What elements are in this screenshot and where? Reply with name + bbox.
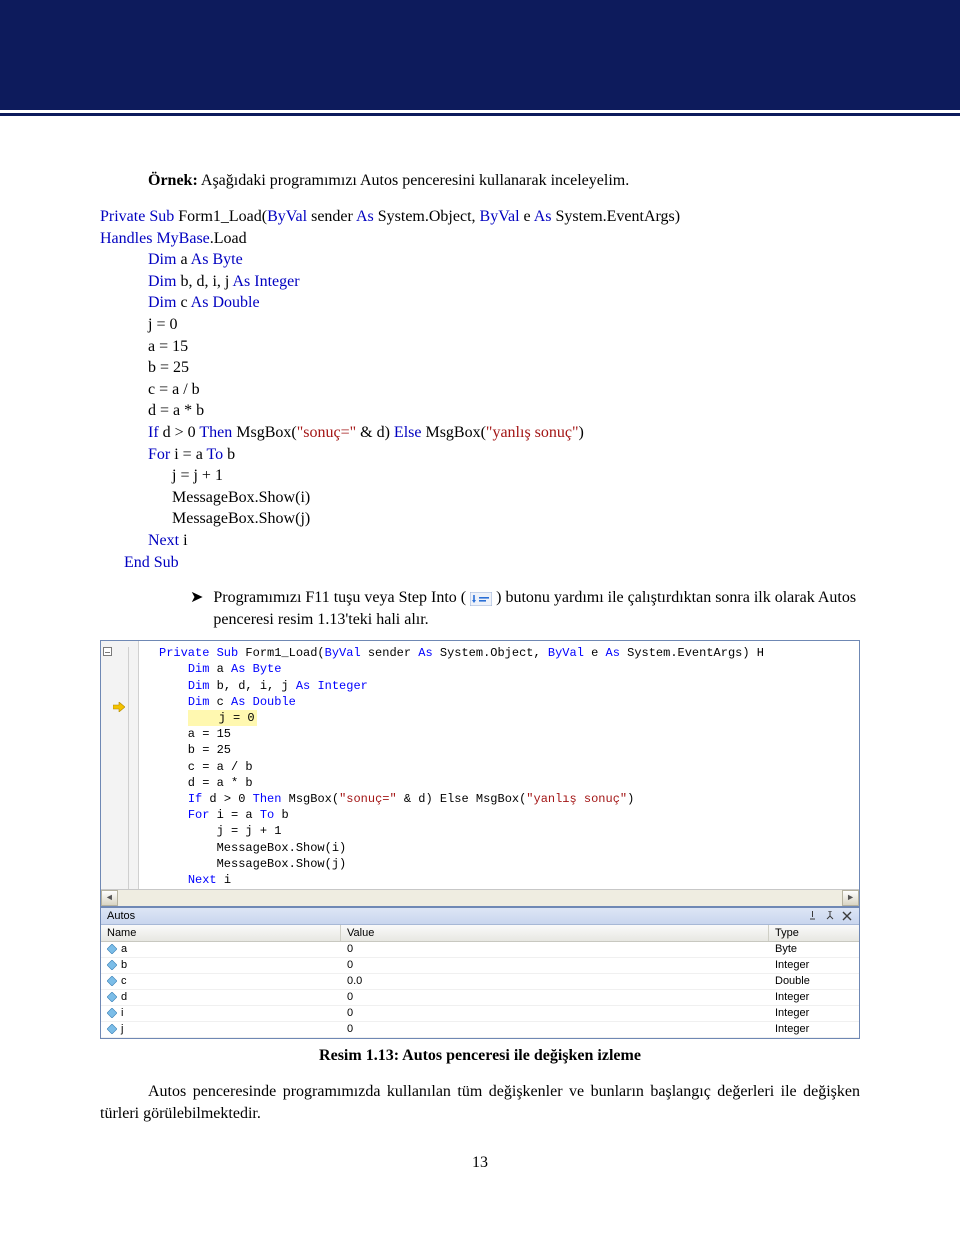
autos-row[interactable]: b0Integer [101,958,859,974]
autos-cell-name: j [101,1022,341,1037]
current-line-arrow-icon [113,701,125,711]
autos-row[interactable]: a0Byte [101,942,859,958]
step-into-icon [470,591,492,605]
autos-cell-type: Integer [769,958,859,973]
scroll-left-button[interactable]: ◄ [101,890,118,906]
autos-cell-value: 0.0 [341,974,769,989]
autos-cell-type: Integer [769,1022,859,1037]
autos-cell-name: c [101,974,341,989]
editor-code-area[interactable]: Private Sub Form1_Load(ByVal sender As S… [101,641,859,889]
horizontal-scrollbar[interactable]: ◄ ► [101,889,859,906]
autos-title: Autos [107,910,135,922]
autos-row[interactable]: c0.0Double [101,974,859,990]
field-icon [107,944,117,954]
autos-cell-value: 0 [341,990,769,1005]
autos-header-value[interactable]: Value [341,925,769,941]
pin-icon[interactable] [823,910,836,922]
example-text: Aşağıdaki programımızı Autos penceresini… [198,172,629,189]
highlighted-line: j = 0 [188,710,257,726]
autos-panel: Autos Name Value Type a0Byteb0Integerc0.… [100,907,860,1039]
field-icon [107,1024,117,1034]
autos-cell-value: 0 [341,1006,769,1021]
field-icon [107,992,117,1002]
field-icon [107,1008,117,1018]
field-icon [107,960,117,970]
bullet-step-into: ➤ Programımızı F11 tuşu veya Step Into (… [100,587,860,630]
example-label: Örnek: [148,172,198,189]
code-listing: Private Sub Form1_Load(ByVal sender As S… [100,206,860,573]
autos-row[interactable]: j0Integer [101,1022,859,1038]
caption-paragraph: Autos penceresinde programımızda kullanı… [100,1081,860,1124]
autos-cell-value: 0 [341,958,769,973]
field-icon [107,976,117,986]
scroll-track[interactable] [118,890,842,906]
autos-cell-name: a [101,942,341,957]
autos-rows: a0Byteb0Integerc0.0Doubled0Integeri0Inte… [101,942,859,1038]
code-editor-screenshot: Private Sub Form1_Load(ByVal sender As S… [100,640,860,907]
autos-cell-name: i [101,1006,341,1021]
autos-cell-type: Integer [769,1006,859,1021]
bullet-marker: ➤ [190,587,203,609]
autos-cell-value: 0 [341,1022,769,1037]
window-position-icon[interactable] [806,910,819,922]
editor-gutter [101,641,139,889]
autos-cell-name: b [101,958,341,973]
autos-cell-type: Integer [769,990,859,1005]
header-band [0,0,960,110]
close-icon[interactable] [840,910,853,922]
autos-titlebar[interactable]: Autos [101,908,859,925]
autos-row[interactable]: d0Integer [101,990,859,1006]
page-number: 13 [100,1154,860,1172]
example-intro: Örnek: Aşağıdaki programımızı Autos penc… [100,172,860,190]
scroll-right-button[interactable]: ► [842,890,859,906]
autos-cell-type: Byte [769,942,859,957]
outline-collapse-icon[interactable] [103,647,112,656]
bullet-text: Programımızı F11 tuşu veya Step Into ( )… [213,587,860,630]
autos-header-name[interactable]: Name [101,925,341,941]
autos-cell-name: d [101,990,341,1005]
autos-cell-value: 0 [341,942,769,957]
autos-header-row: Name Value Type [101,925,859,942]
figure-caption: Resim 1.13: Autos penceresi ile değişken… [100,1047,860,1065]
autos-cell-type: Double [769,974,859,989]
autos-header-type[interactable]: Type [769,925,859,941]
autos-row[interactable]: i0Integer [101,1006,859,1022]
page-content: Örnek: Aşağıdaki programımızı Autos penc… [0,116,960,1218]
